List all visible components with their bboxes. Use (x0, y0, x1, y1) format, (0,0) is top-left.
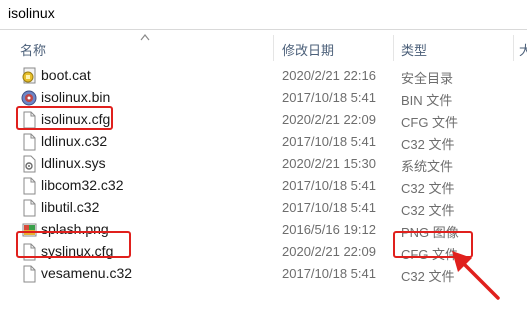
column-header-type[interactable]: 类型 (401, 40, 427, 59)
file-date: 2017/10/18 5:41 (282, 178, 376, 193)
file-type: C32 文件 (401, 269, 455, 284)
column-header-date[interactable]: 修改日期 (282, 40, 334, 59)
highlight-box-syslinux-cfg (16, 231, 131, 258)
file-date: 2017/10/18 5:41 (282, 134, 376, 149)
blank-file-icon (23, 199, 36, 217)
file-date: 2017/10/18 5:41 (282, 266, 376, 281)
file-name: ldlinux.c32 (41, 133, 108, 149)
security-catalog-icon (22, 67, 36, 84)
file-date: 2017/10/18 5:41 (282, 90, 376, 105)
column-header-name[interactable]: 名称 (20, 40, 46, 59)
file-type: BIN 文件 (401, 93, 453, 108)
column-header-row: 名称 修改日期 类型 大 (0, 31, 527, 64)
file-type: C32 文件 (401, 181, 455, 196)
file-date: 2020/2/21 22:09 (282, 244, 376, 259)
sort-ascending-icon (140, 34, 150, 41)
column-divider[interactable] (513, 35, 514, 61)
file-type: CFG 文件 (401, 115, 459, 130)
system-file-icon (23, 155, 36, 173)
file-name: libcom32.c32 (41, 177, 124, 193)
highlight-box-isolinux-cfg (16, 106, 113, 130)
file-name: boot.cat (41, 67, 91, 83)
file-row[interactable]: libutil.c32 2017/10/18 5:41 C32 文件 (0, 196, 527, 220)
blank-file-icon (23, 265, 36, 283)
column-divider[interactable] (273, 35, 274, 61)
blank-file-icon (23, 133, 36, 151)
address-bar[interactable]: isolinux (0, 0, 527, 30)
file-date: 2017/10/18 5:41 (282, 200, 376, 215)
file-name: vesamenu.c32 (41, 265, 133, 281)
blank-file-icon (23, 177, 36, 195)
file-date: 2020/2/21 22:09 (282, 112, 376, 127)
file-name: ldlinux.sys (41, 155, 106, 171)
disc-bin-icon (21, 90, 37, 106)
file-row[interactable]: ldlinux.c32 2017/10/18 5:41 C32 文件 (0, 130, 527, 154)
file-row[interactable]: ldlinux.sys 2020/2/21 15:30 系统文件 (0, 152, 527, 176)
column-header-size[interactable]: 大 (519, 40, 527, 59)
file-type: C32 文件 (401, 203, 455, 218)
file-date: 2020/2/21 15:30 (282, 156, 376, 171)
red-arrow-icon (452, 251, 500, 300)
file-name: isolinux.bin (41, 89, 111, 105)
breadcrumb[interactable]: isolinux (8, 5, 55, 21)
file-row[interactable]: boot.cat 2020/2/21 22:16 安全目录 (0, 64, 527, 88)
file-row[interactable]: libcom32.c32 2017/10/18 5:41 C32 文件 (0, 174, 527, 198)
column-divider[interactable] (393, 35, 394, 61)
file-type: 系统文件 (401, 159, 454, 174)
file-date: 2020/2/21 22:16 (282, 68, 376, 83)
file-name: libutil.c32 (41, 199, 100, 215)
file-type: C32 文件 (401, 137, 455, 152)
file-type: 安全目录 (401, 71, 454, 86)
file-date: 2016/5/16 19:12 (282, 222, 376, 237)
